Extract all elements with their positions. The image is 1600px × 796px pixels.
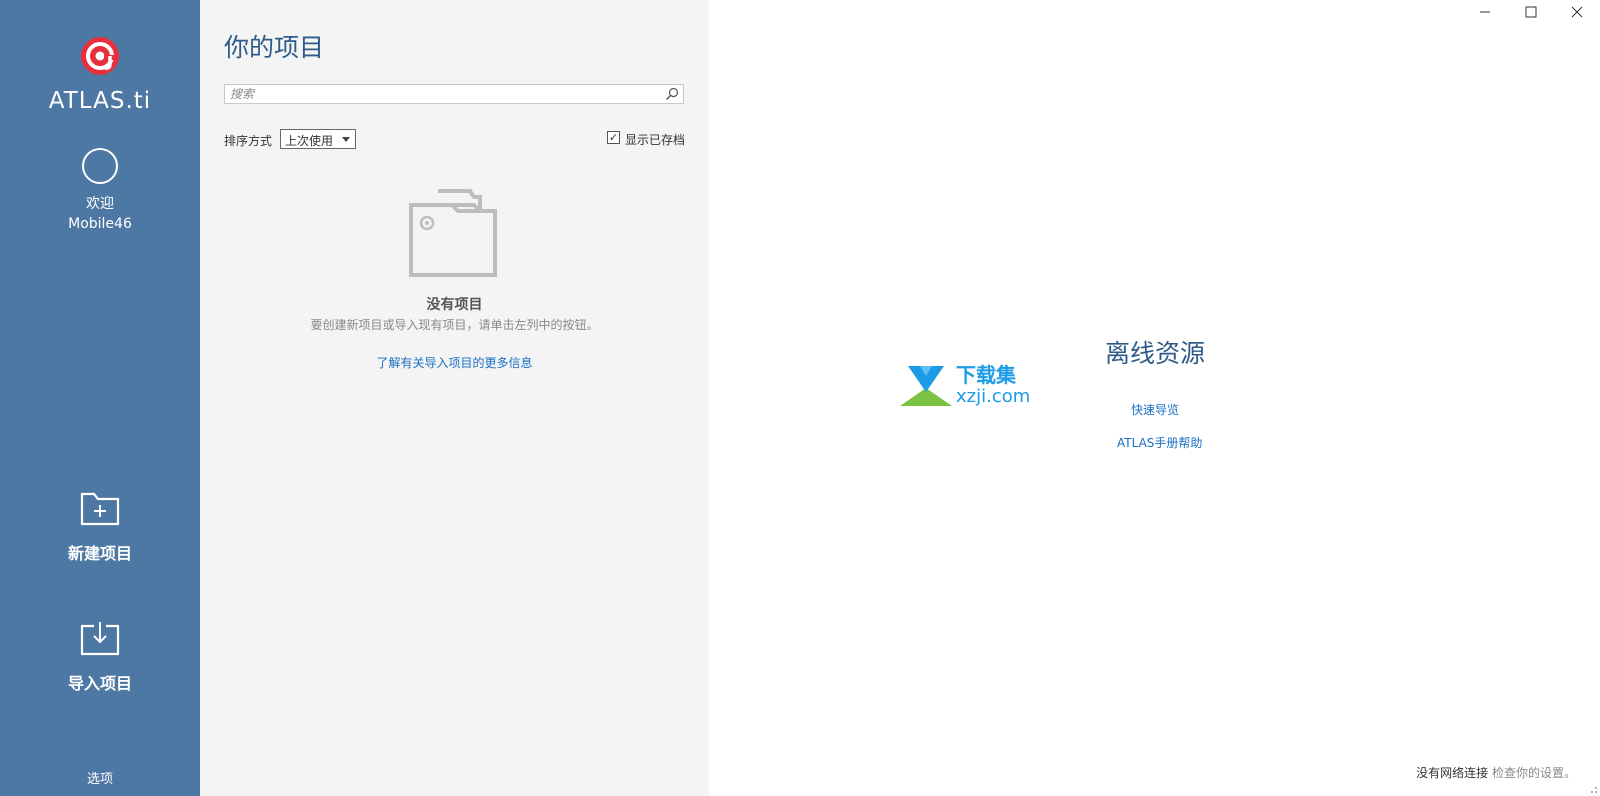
sort-dropdown[interactable]: 上次使用 — [280, 129, 356, 149]
welcome-label: 欢迎 — [86, 196, 114, 212]
close-button[interactable] — [1554, 0, 1600, 24]
user-name: Mobile46 — [68, 216, 132, 232]
maximize-icon — [1525, 6, 1537, 18]
search-box[interactable] — [224, 84, 684, 104]
projects-panel: 你的项目 排序方式 上次使用 — [200, 0, 709, 796]
sort-label: 排序方式 — [224, 134, 273, 148]
sort-value: 上次使用 — [285, 134, 334, 148]
empty-project-folder-icon — [409, 189, 497, 277]
download-arrow-icon: 下载集 xzji.com — [900, 363, 1030, 407]
network-status: 没有网络连接 检查你的设置。 — [1416, 764, 1576, 781]
avatar[interactable] — [82, 148, 118, 184]
sidebar: ATLAS.ti 欢迎 Mobile46 新建项目 导入项目 选项 — [0, 0, 200, 796]
check-settings-label[interactable]: 检查你的设置。 — [1492, 766, 1576, 780]
search-input[interactable] — [225, 85, 665, 103]
show-archived-label[interactable]: 显示已存档 — [625, 131, 685, 148]
watermark: 下载集 xzji.com — [898, 362, 1038, 412]
atlas-logo-icon — [81, 37, 119, 75]
resize-grip-icon[interactable] — [1588, 784, 1598, 794]
minimize-button[interactable] — [1462, 0, 1508, 24]
import-project-button[interactable]: 导入项目 — [0, 620, 200, 694]
projects-title: 你的项目 — [224, 33, 325, 62]
manual-link[interactable]: ATLAS手册帮助 — [1117, 434, 1202, 451]
offline-resources-title: 离线资源 — [1105, 339, 1206, 368]
maximize-button[interactable] — [1508, 0, 1554, 24]
import-icon — [80, 622, 120, 656]
empty-title: 没有项目 — [426, 297, 483, 313]
new-folder-icon — [80, 492, 120, 526]
options-link[interactable]: 选项 — [0, 768, 200, 787]
search-icon[interactable] — [665, 87, 679, 101]
minimize-icon — [1480, 11, 1490, 13]
close-icon — [1571, 6, 1583, 18]
new-project-label: 新建项目 — [67, 544, 132, 563]
show-archived-checkbox[interactable]: ✓ — [607, 131, 620, 144]
quick-tour-link[interactable]: 快速导览 — [1131, 401, 1179, 418]
chevron-down-icon — [342, 137, 350, 142]
new-project-button[interactable]: 新建项目 — [0, 490, 200, 564]
no-network-label: 没有网络连接 — [1416, 766, 1489, 780]
empty-description: 要创建新项目或导入现有项目，请单击左列中的按钮。 — [310, 318, 599, 332]
app-logo-text: ATLAS.ti — [48, 88, 152, 114]
welcome-block: 欢迎 Mobile46 — [0, 194, 200, 234]
watermark-url: xzji.com — [956, 386, 1030, 407]
watermark-cn: 下载集 — [956, 363, 1017, 387]
import-project-label: 导入项目 — [67, 674, 132, 693]
learn-more-link[interactable]: 了解有关导入项目的更多信息 — [200, 354, 709, 371]
